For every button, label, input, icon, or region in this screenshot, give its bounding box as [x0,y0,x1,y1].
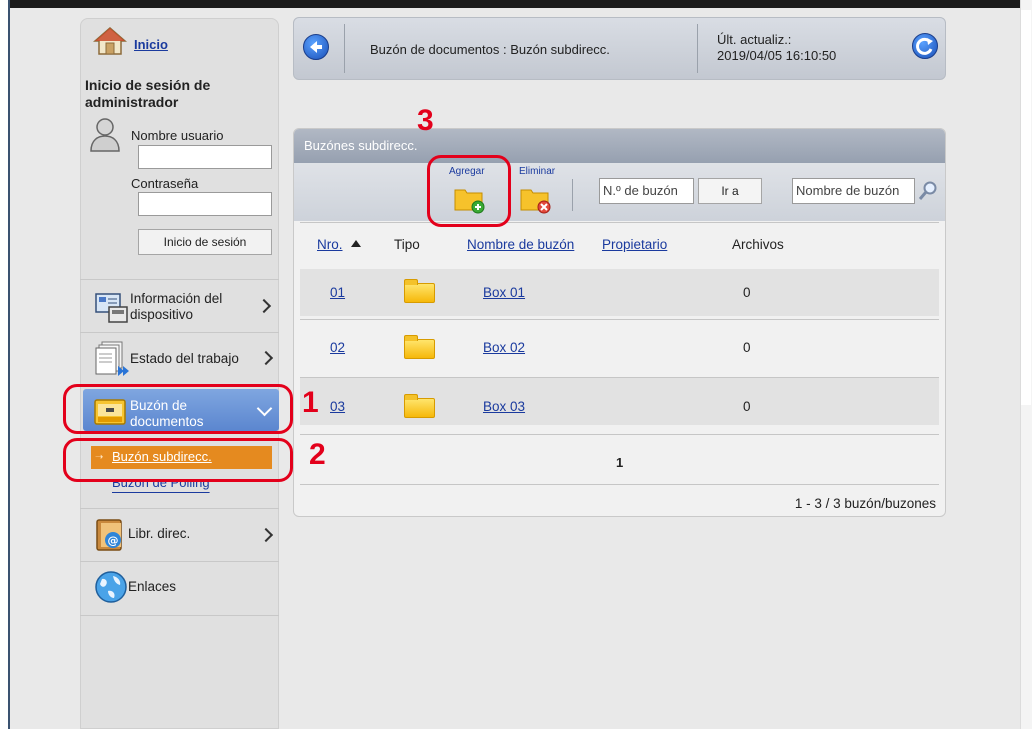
user-avatar-icon [88,116,122,152]
refresh-icon [916,37,933,55]
window-left-border [8,0,10,729]
arrow-left-icon [310,41,322,53]
pagination-current-page[interactable]: 1 [616,455,623,470]
row-number-link[interactable]: 03 [330,399,345,414]
table-row[interactable] [300,320,939,367]
toolbar-divider [572,179,573,211]
row-files-count: 0 [743,340,751,355]
row-files-count: 0 [743,285,751,300]
callout-highlight-2 [63,438,293,482]
device-info-icon [95,291,129,323]
sub-box-panel: Buzónes subdirecc. Agregar Eliminar N.º … [293,128,946,517]
back-button[interactable] [303,34,329,60]
result-summary: 1 - 3 / 3 buzón/buzones [794,496,936,511]
window-top-border [10,0,1020,8]
header-divider [697,24,698,73]
row-separator [300,434,939,435]
sidebar-item-links-label: Enlaces [128,579,177,594]
row-number-link[interactable]: 02 [330,340,345,355]
password-label: Contraseña [131,176,199,191]
panel-title: Buzónes subdirecc. [294,129,945,163]
last-update-value: 2019/04/05 16:10:50 [717,48,837,63]
table-row[interactable] [300,378,939,425]
breadcrumb: Buzón de documentos : Buzón subdirecc. [370,42,610,57]
sidebar-divider [80,332,279,333]
toolbar-separator [300,222,939,223]
sidebar-item-address-book-label: Libr. direc. [128,526,191,541]
column-header-name[interactable]: Nombre de buzón [467,237,574,252]
last-update-label: Últ. actualiz.: [717,32,792,47]
username-label: Nombre usuario [131,128,224,143]
box-name-input[interactable]: Nombre de buzón [792,178,915,204]
sidebar-divider [80,508,279,509]
home-icon[interactable] [92,26,128,56]
svg-text:@: @ [108,534,119,547]
callout-highlight-1 [63,384,293,434]
sidebar-divider [80,615,279,616]
scrollbar-thumb[interactable] [1021,10,1031,405]
address-book-icon: @ [94,518,128,552]
box-number-input[interactable]: N.º de buzón [599,178,694,204]
admin-login-title: Inicio de sesión de administrador [85,77,211,110]
login-button[interactable]: Inicio de sesión [138,229,272,255]
row-files-count: 0 [743,399,751,414]
row-number-link[interactable]: 01 [330,285,345,300]
job-status-icon [94,340,130,376]
folder-icon [404,279,435,303]
row-name-link[interactable]: Box 01 [483,285,525,300]
sidebar-item-job-status-label: Estado del trabajo [130,351,239,366]
sidebar-divider [80,561,279,562]
callout-highlight-3 [427,155,511,227]
go-button[interactable]: Ir a [698,178,762,204]
folder-delete-icon [520,189,551,214]
password-input[interactable] [138,192,272,216]
sidebar-divider [80,279,279,280]
footer-separator [300,484,939,485]
home-link[interactable]: Inicio [134,37,168,52]
column-header-number[interactable]: Nro. [317,237,343,252]
globe-icon [94,570,128,604]
header-divider [344,24,345,73]
callout-number-1: 1 [302,386,319,419]
sort-ascending-icon [351,240,361,247]
refresh-button[interactable] [912,33,938,59]
column-header-owner[interactable]: Propietario [602,237,667,252]
username-input[interactable] [138,145,272,169]
callout-number-3: 3 [417,104,434,137]
row-name-link[interactable]: Box 03 [483,399,525,414]
column-header-type: Tipo [394,237,420,252]
delete-box-button[interactable] [520,184,554,214]
column-header-files: Archivos [732,237,784,252]
table-row[interactable] [300,269,939,316]
sidebar-item-device-info-label: Información del dispositivo [130,291,223,322]
search-icon[interactable] [918,180,938,202]
folder-icon [404,394,435,418]
callout-number-2: 2 [309,438,326,471]
delete-label[interactable]: Eliminar [519,166,555,177]
row-name-link[interactable]: Box 02 [483,340,525,355]
folder-icon [404,335,435,359]
